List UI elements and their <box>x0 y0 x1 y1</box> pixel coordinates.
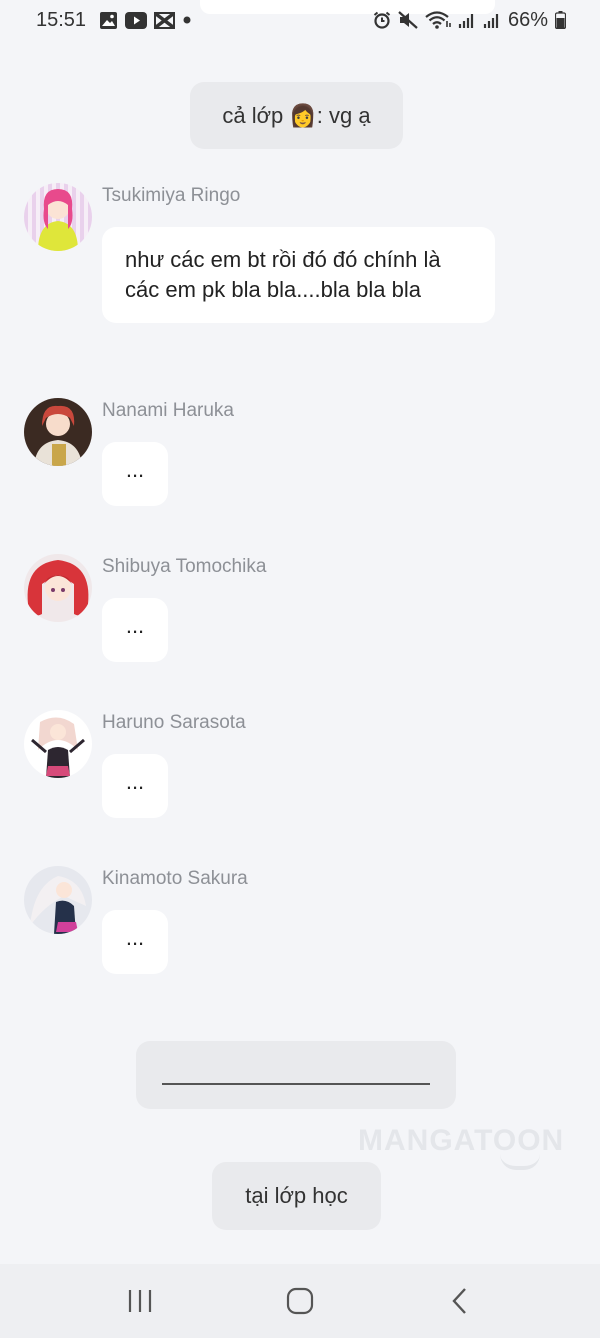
system-message-bottom-text: tại lớp học <box>245 1183 348 1208</box>
sender-name: Haruno Sarasota <box>102 712 246 733</box>
avatar[interactable] <box>24 554 92 622</box>
message-bubble: ... <box>102 910 168 974</box>
message-bubble: ... <box>102 598 168 662</box>
signal-icon <box>483 12 501 29</box>
system-message-top-text: cả lớp 👩: vg ạ <box>222 102 371 128</box>
watermark-smile <box>500 1154 540 1170</box>
sender-name: Shibuya Tomochika <box>102 556 267 577</box>
status-time: 15:51 <box>36 8 87 31</box>
youtube-icon <box>125 11 148 29</box>
system-message-top: cả lớp 👩: vg ạ <box>190 82 403 149</box>
message-bubble: như các em bt rồi đó đó chính là các em … <box>102 227 495 323</box>
alarm-icon <box>373 11 391 29</box>
back-icon[interactable] <box>430 1271 490 1331</box>
signal-icon <box>458 12 476 29</box>
watermark-logo: MANGATOON <box>358 1124 565 1157</box>
capcut-icon <box>154 11 176 29</box>
status-bar: 15:51 66% <box>0 0 600 40</box>
sender-name: Nanami Haruka <box>102 400 234 421</box>
message-bubble: ... <box>102 442 168 506</box>
sender-name: Tsukimiya Ringo <box>102 185 241 206</box>
message-bubble: ... <box>102 754 168 818</box>
dot-icon <box>182 15 192 25</box>
avatar[interactable] <box>24 710 92 778</box>
battery-icon <box>555 11 566 29</box>
navigation-bar <box>0 1264 600 1338</box>
gallery-icon <box>99 11 118 30</box>
home-icon[interactable] <box>270 1271 330 1331</box>
avatar[interactable] <box>24 183 92 251</box>
blank-line <box>162 1083 430 1085</box>
avatar[interactable] <box>24 398 92 466</box>
sender-name: Kinamoto Sakura <box>102 868 248 889</box>
mute-icon <box>398 11 418 29</box>
battery-percent: 66% <box>507 8 548 31</box>
avatar[interactable] <box>24 866 92 934</box>
wifi-icon <box>425 11 451 29</box>
recent-apps-icon[interactable] <box>110 1271 170 1331</box>
system-message-bottom: tại lớp học <box>212 1162 381 1230</box>
system-message-blank <box>136 1041 456 1109</box>
